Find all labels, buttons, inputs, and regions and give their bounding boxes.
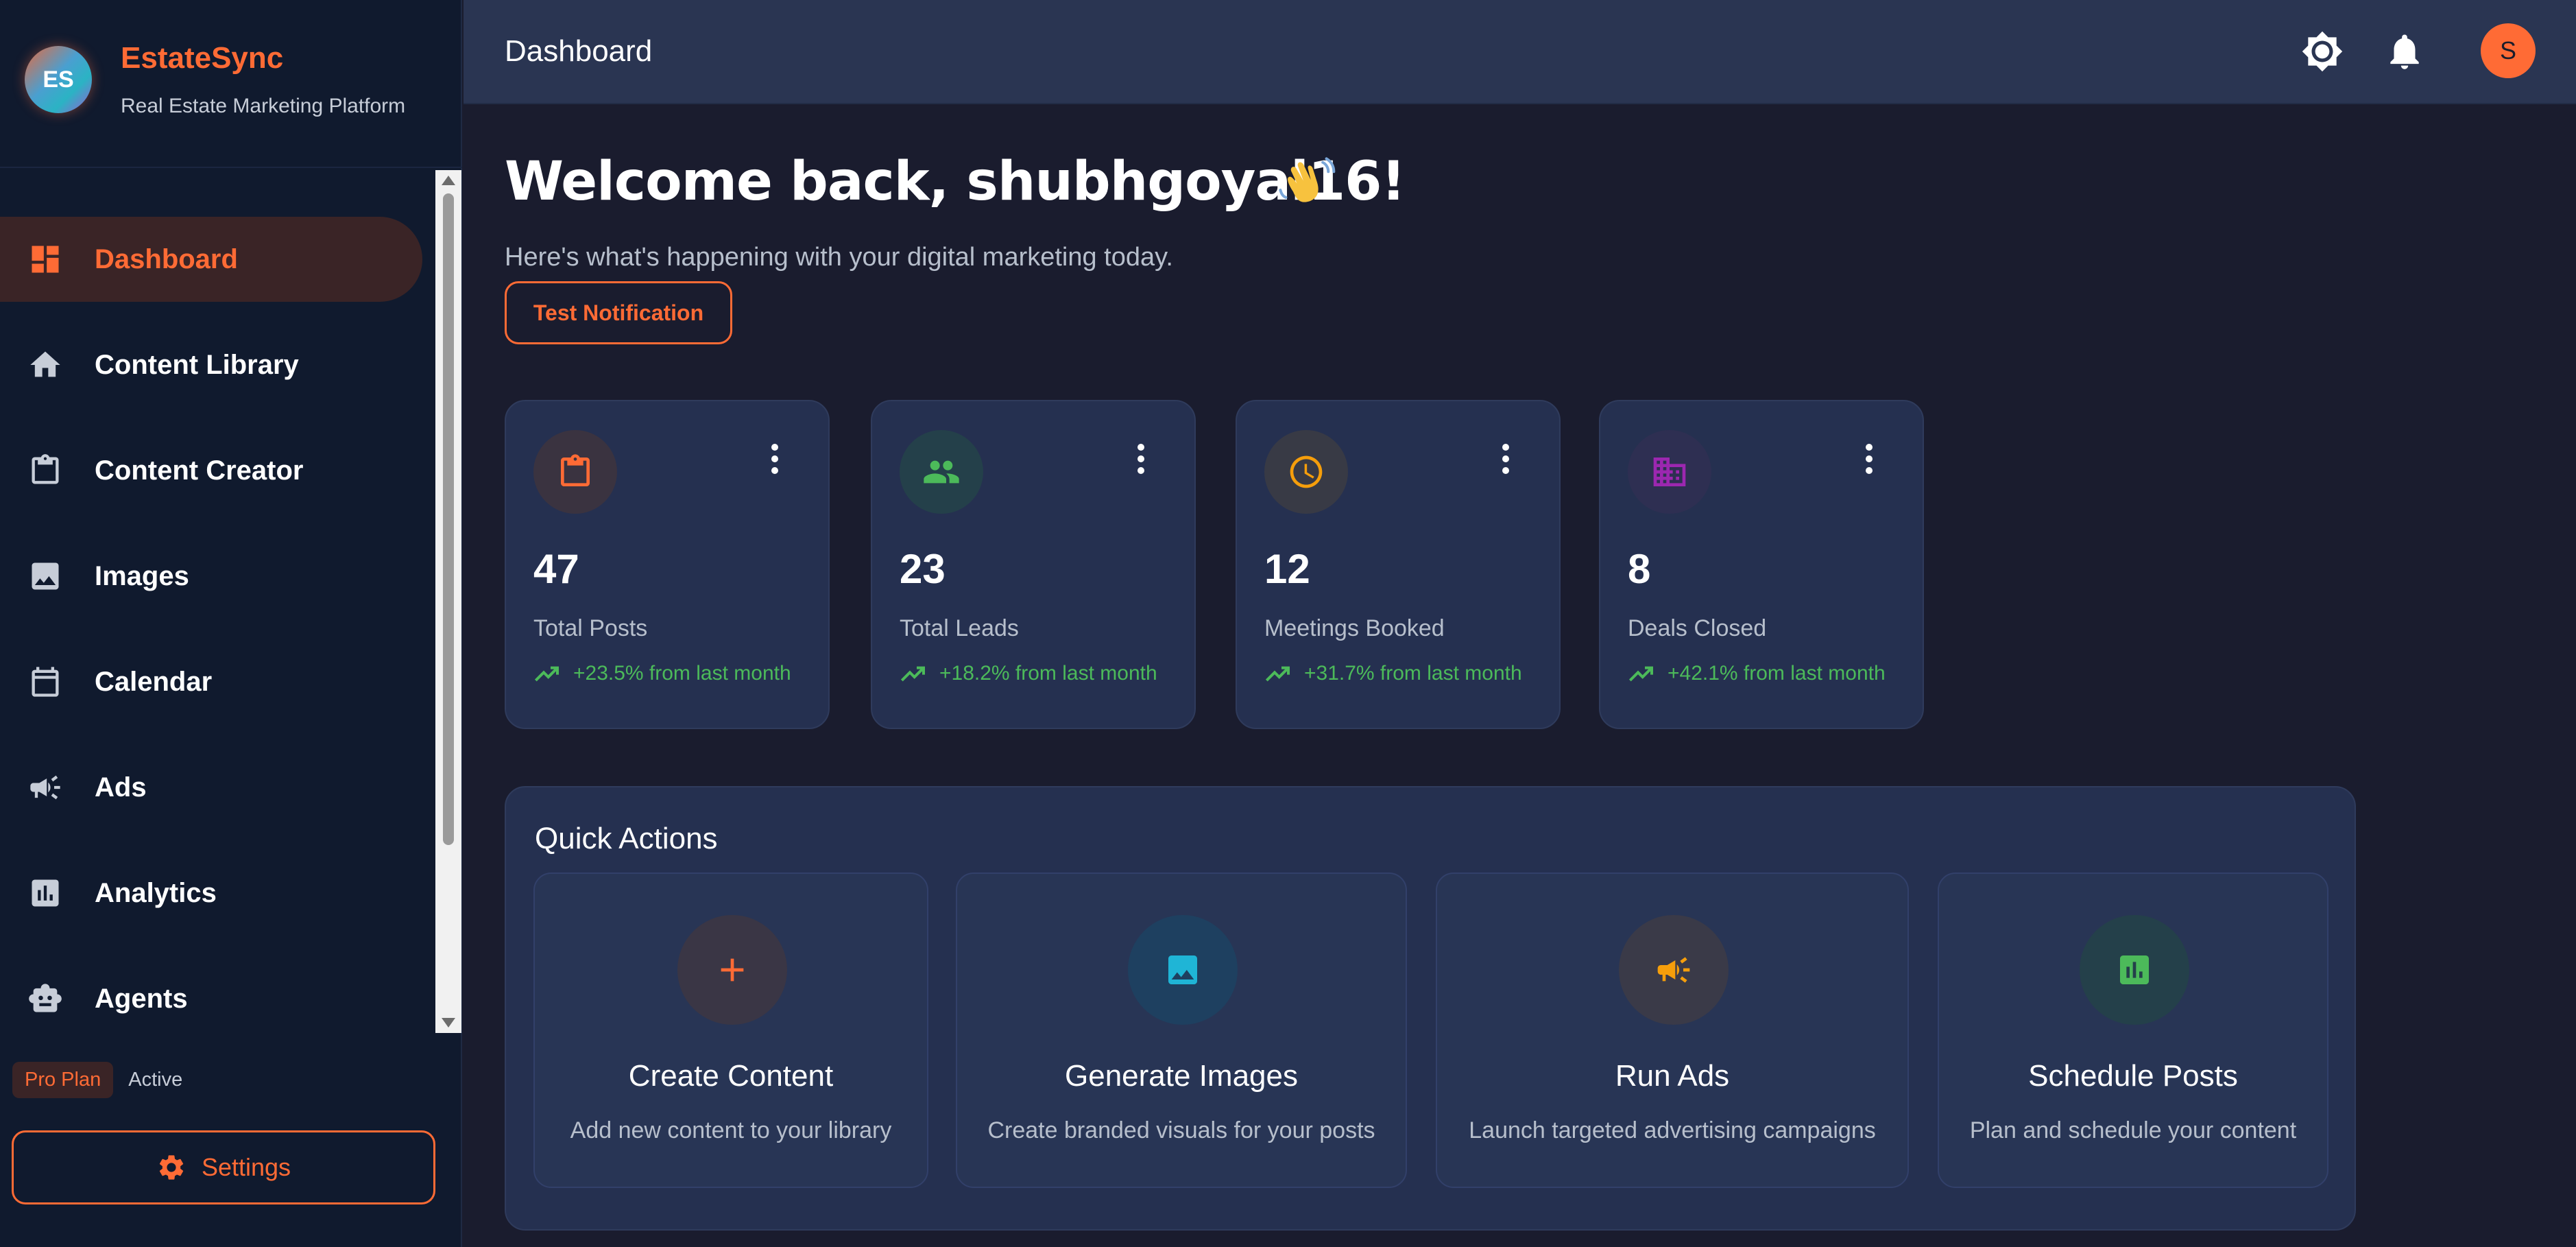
sidebar-item-label: Content Library — [95, 349, 299, 380]
sidebar-item-label: Content Creator — [95, 455, 304, 486]
stat-value: 47 — [533, 546, 579, 592]
trending-up-icon — [900, 666, 925, 682]
sidebar-item-agents[interactable]: Agents — [0, 956, 422, 1041]
quick-action-run-ads[interactable]: Run Ads Launch targeted advertising camp… — [1436, 872, 1909, 1188]
megaphone-icon — [1619, 915, 1729, 1025]
sidebar-item-label: Calendar — [95, 666, 213, 697]
megaphone-icon — [27, 770, 63, 805]
more-options-icon[interactable] — [769, 444, 780, 477]
trending-up-icon — [534, 666, 559, 682]
plus-icon — [677, 915, 787, 1025]
stat-value: 8 — [1628, 546, 1651, 592]
clipboard-icon — [27, 453, 63, 488]
stat-label: Deals Closed — [1628, 615, 1767, 641]
stat-label: Total Leads — [900, 615, 1019, 641]
welcome-heading: Welcome back, shubhgoyal16! — [505, 151, 1406, 213]
image-icon — [27, 558, 63, 594]
sidebar-scrollbar[interactable] — [435, 170, 461, 1033]
sidebar-item-label: Dashboard — [95, 244, 238, 274]
page-title: Dashboard — [505, 34, 653, 68]
stat-value: 12 — [1264, 546, 1310, 592]
sidebar-item-analytics[interactable]: Analytics — [0, 851, 422, 936]
quick-action-name: Schedule Posts — [2028, 1059, 2238, 1093]
stat-trend-text: +23.5% from last month — [573, 662, 791, 685]
quick-actions-title: Quick Actions — [535, 822, 718, 855]
quick-action-desc: Launch targeted advertising campaigns — [1469, 1117, 1876, 1143]
plan-status: Active — [128, 1069, 183, 1091]
more-options-icon[interactable] — [1864, 444, 1875, 477]
top-header: Dashboard S — [464, 0, 2576, 104]
stat-trend: +23.5% from last month — [533, 662, 791, 685]
sidebar-item-content-creator[interactable]: Content Creator — [0, 428, 422, 513]
robot-icon — [27, 981, 63, 1017]
stat-trend-text: +42.1% from last month — [1668, 662, 1886, 685]
settings-button[interactable]: Settings — [12, 1130, 435, 1204]
sidebar-item-dashboard[interactable]: Dashboard — [0, 217, 422, 302]
sidebar: ES EstateSync Real Estate Marketing Plat… — [0, 0, 462, 1247]
clock-icon — [1264, 430, 1348, 514]
stat-label: Meetings Booked — [1264, 615, 1445, 641]
quick-action-name: Run Ads — [1615, 1059, 1730, 1093]
waving-hand-icon — [1277, 155, 1336, 214]
stat-trend-text: +18.2% from last month — [939, 662, 1157, 685]
image-icon — [1128, 915, 1238, 1025]
scroll-down-arrow-icon[interactable] — [442, 1018, 455, 1028]
quick-actions-panel: Quick Actions Create Content Add new con… — [505, 786, 2356, 1231]
quick-action-schedule-posts[interactable]: Schedule Posts Plan and schedule your co… — [1938, 872, 2328, 1188]
quick-action-create-content[interactable]: Create Content Add new content to your l… — [533, 872, 928, 1188]
plan-info: Pro Plan Active — [12, 1062, 182, 1098]
stat-card-deals-closed: 8 Deals Closed +42.1% from last month — [1599, 400, 1924, 729]
gear-icon — [156, 1152, 186, 1183]
people-icon — [900, 430, 983, 514]
brightness-icon[interactable] — [2301, 30, 2344, 73]
quick-action-generate-images[interactable]: Generate Images Create branded visuals f… — [956, 872, 1407, 1188]
quick-action-desc: Add new content to your library — [570, 1117, 892, 1143]
stat-trend-text: +31.7% from last month — [1304, 662, 1522, 685]
sidebar-item-label: Agents — [95, 983, 188, 1014]
dashboard-icon — [27, 241, 63, 277]
stat-label: Total Posts — [533, 615, 648, 641]
trending-up-icon — [1628, 666, 1653, 682]
welcome-subtitle: Here's what's happening with your digita… — [505, 243, 1173, 272]
scroll-thumb[interactable] — [443, 193, 454, 845]
more-options-icon[interactable] — [1500, 444, 1511, 477]
stat-card-total-posts: 47 Total Posts +23.5% from last month — [505, 400, 830, 729]
quick-action-desc: Create branded visuals for your posts — [987, 1117, 1375, 1143]
clipboard-icon — [533, 430, 617, 514]
plan-badge: Pro Plan — [12, 1062, 114, 1098]
quick-action-name: Generate Images — [1065, 1059, 1298, 1093]
calendar-icon — [27, 664, 63, 700]
brand-tagline: Real Estate Marketing Platform — [121, 95, 406, 117]
sidebar-item-label: Ads — [95, 772, 147, 803]
scroll-up-arrow-icon[interactable] — [442, 176, 455, 185]
brand-logo[interactable]: ES — [25, 46, 92, 113]
more-options-icon[interactable] — [1135, 444, 1146, 477]
analytics-icon — [27, 875, 63, 911]
stat-trend: +42.1% from last month — [1628, 662, 1886, 685]
bell-icon[interactable] — [2383, 30, 2426, 73]
sidebar-item-label: Images — [95, 560, 189, 591]
building-icon — [1628, 430, 1711, 514]
stat-value: 23 — [900, 546, 946, 592]
analytics-icon — [2080, 915, 2189, 1025]
quick-action-name: Create Content — [628, 1059, 834, 1093]
test-notification-button[interactable]: Test Notification — [505, 281, 732, 344]
sidebar-item-images[interactable]: Images — [0, 534, 422, 619]
avatar[interactable]: S — [2481, 23, 2536, 78]
sidebar-item-ads[interactable]: Ads — [0, 745, 422, 830]
settings-label: Settings — [201, 1153, 291, 1181]
stat-trend: +31.7% from last month — [1264, 662, 1522, 685]
sidebar-item-label: Analytics — [95, 877, 217, 908]
brand-name: EstateSync — [121, 41, 284, 75]
home-icon — [27, 347, 63, 383]
trending-up-icon — [1265, 666, 1290, 682]
sidebar-item-content-library[interactable]: Content Library — [0, 322, 422, 407]
stat-trend: +18.2% from last month — [900, 662, 1157, 685]
brand-header: ES EstateSync Real Estate Marketing Plat… — [0, 0, 462, 168]
sidebar-nav: Dashboard Content Library Content Creato… — [0, 170, 462, 1033]
sidebar-item-calendar[interactable]: Calendar — [0, 639, 422, 724]
quick-action-desc: Plan and schedule your content — [1969, 1117, 2297, 1143]
stat-card-total-leads: 23 Total Leads +18.2% from last month — [871, 400, 1196, 729]
stat-card-meetings-booked: 12 Meetings Booked +31.7% from last mont… — [1236, 400, 1561, 729]
